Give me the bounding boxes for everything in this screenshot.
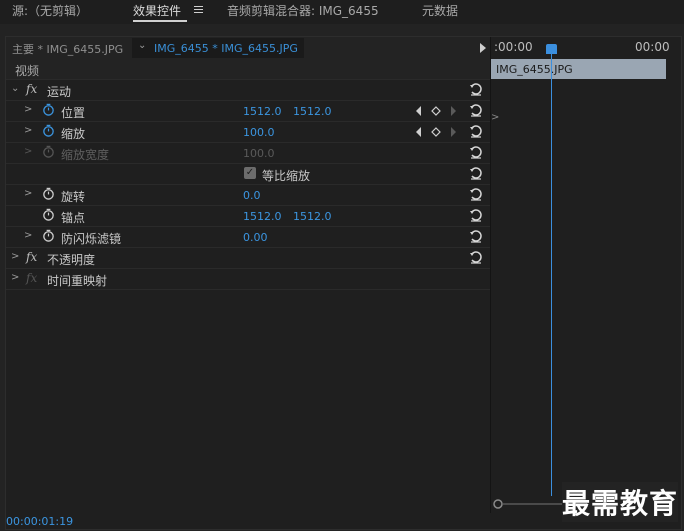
chevron-right-icon[interactable]: > <box>491 109 499 123</box>
effect-opacity-label: 不透明度 <box>47 253 96 267</box>
position-x-value[interactable]: 1512.0 <box>243 105 282 118</box>
reset-icon[interactable] <box>469 187 483 201</box>
param-scale-width-label: 缩放宽度 <box>61 148 110 162</box>
chevron-right-icon[interactable]: > <box>11 272 19 283</box>
chevron-right-icon: > <box>24 146 33 157</box>
reset-icon[interactable] <box>469 82 483 96</box>
effect-time-remap-label: 时间重映射 <box>47 274 108 288</box>
anchor-y-value[interactable]: 1512.0 <box>293 210 332 223</box>
chevron-right-icon[interactable]: > <box>24 104 32 115</box>
param-row-scale-width: > 缩放宽度 100.0 <box>6 143 490 164</box>
param-scale-label: 缩放 <box>61 127 86 141</box>
chevron-right-icon[interactable]: > <box>24 188 32 199</box>
panel-tab-bar: 源:（无剪辑） 效果控件 音频剪辑混合器: IMG_6455 元数据 <box>0 0 684 24</box>
reset-icon[interactable] <box>469 229 483 243</box>
fx-badge-icon: fx <box>26 271 38 285</box>
timeline-clip[interactable]: IMG_6455.JPG <box>491 59 666 79</box>
effect-row-time-remap[interactable]: > fx 时间重映射 <box>6 269 490 290</box>
timeline-ruler[interactable]: :00:00 00:00 <box>491 37 681 59</box>
param-rotation-label: 旋转 <box>61 190 86 204</box>
param-anchor-label: 锚点 <box>61 211 86 225</box>
master-clip-label[interactable]: 主要 * IMG_6455.JPG <box>12 41 123 57</box>
active-tab-indicator <box>133 20 187 22</box>
rotation-value[interactable]: 0.0 <box>243 189 261 202</box>
uniform-scale-label: 等比缩放 <box>262 169 311 183</box>
effect-motion-label: 运动 <box>47 85 72 99</box>
timeline-clip-label: IMG_6455.JPG <box>496 63 573 76</box>
reset-icon[interactable] <box>469 250 483 264</box>
chevron-down-icon[interactable]: ⌄ <box>11 83 19 94</box>
scale-width-value: 100.0 <box>243 147 275 160</box>
reset-icon[interactable] <box>469 145 483 159</box>
param-row-anti-flicker[interactable]: > 防闪烁滤镜 0.00 <box>6 227 490 248</box>
play-icon[interactable] <box>480 43 486 53</box>
param-row-scale[interactable]: > 缩放 100.0 <box>6 122 490 143</box>
stopwatch-icon <box>43 145 54 158</box>
ruler-start-time: :00:00 <box>494 40 533 54</box>
chevron-right-icon[interactable]: > <box>11 251 19 262</box>
uniform-scale-checkbox[interactable]: ✓ <box>244 167 256 179</box>
clip-source-bar: 主要 * IMG_6455.JPG ⌄ IMG_6455 * IMG_6455.… <box>6 37 490 59</box>
stopwatch-icon[interactable] <box>42 124 55 137</box>
stopwatch-icon[interactable] <box>42 208 55 221</box>
reset-icon[interactable] <box>469 124 483 138</box>
current-timecode[interactable]: 00:00:01:19 <box>6 515 73 528</box>
position-y-value[interactable]: 1512.0 <box>293 105 332 118</box>
tab-metadata[interactable]: 元数据 <box>422 2 458 19</box>
stopwatch-icon[interactable] <box>42 103 55 116</box>
fx-badge-icon[interactable]: fx <box>26 82 37 96</box>
clip-selector-label: IMG_6455 * IMG_6455.JPG <box>154 42 298 55</box>
reset-icon[interactable] <box>469 208 483 222</box>
tab-effect-controls[interactable]: 效果控件 <box>133 2 181 19</box>
fx-badge-icon[interactable]: fx <box>26 250 37 264</box>
chevron-down-icon: ⌄ <box>138 40 147 51</box>
param-row-position[interactable]: > 位置 1512.0 1512.0 <box>6 101 490 122</box>
stopwatch-icon[interactable] <box>42 229 55 242</box>
ruler-end-time: 00:00 <box>635 40 670 54</box>
reset-icon[interactable] <box>469 103 483 117</box>
chevron-right-icon[interactable]: > <box>24 230 32 241</box>
chevron-right-icon[interactable]: > <box>24 125 32 136</box>
clip-selector[interactable]: ⌄ IMG_6455 * IMG_6455.JPG <box>132 38 304 58</box>
param-row-uniform-scale[interactable]: ✓ 等比缩放 <box>6 164 490 185</box>
watermark-text: 最需教育 <box>562 482 679 522</box>
keyframe-nav-icon[interactable] <box>415 105 457 117</box>
scale-value[interactable]: 100.0 <box>243 126 275 139</box>
tab-source[interactable]: 源:（无剪辑） <box>12 2 88 19</box>
section-header-video: 视频 <box>6 59 490 80</box>
stopwatch-icon[interactable] <box>42 187 55 200</box>
reset-icon[interactable] <box>469 166 483 180</box>
playhead-handle[interactable] <box>546 44 557 54</box>
section-video-label: 视频 <box>15 64 40 78</box>
menu-icon[interactable] <box>194 6 203 15</box>
anchor-x-value[interactable]: 1512.0 <box>243 210 282 223</box>
param-row-anchor[interactable]: 锚点 1512.0 1512.0 <box>6 206 490 227</box>
tab-audio-clip-mixer[interactable]: 音频剪辑混合器: IMG_6455 <box>227 2 379 19</box>
effect-row-motion[interactable]: ⌄ fx 运动 <box>6 80 490 101</box>
param-row-rotation[interactable]: > 旋转 0.0 <box>6 185 490 206</box>
playhead-line[interactable] <box>551 48 552 496</box>
keyframe-nav-icon[interactable] <box>415 126 457 138</box>
param-anti-flicker-label: 防闪烁滤镜 <box>61 232 122 246</box>
effect-row-opacity[interactable]: > fx 不透明度 <box>6 248 490 269</box>
param-position-label: 位置 <box>61 106 86 120</box>
anti-flicker-value[interactable]: 0.00 <box>243 231 268 244</box>
panel-divider[interactable] <box>490 37 491 513</box>
